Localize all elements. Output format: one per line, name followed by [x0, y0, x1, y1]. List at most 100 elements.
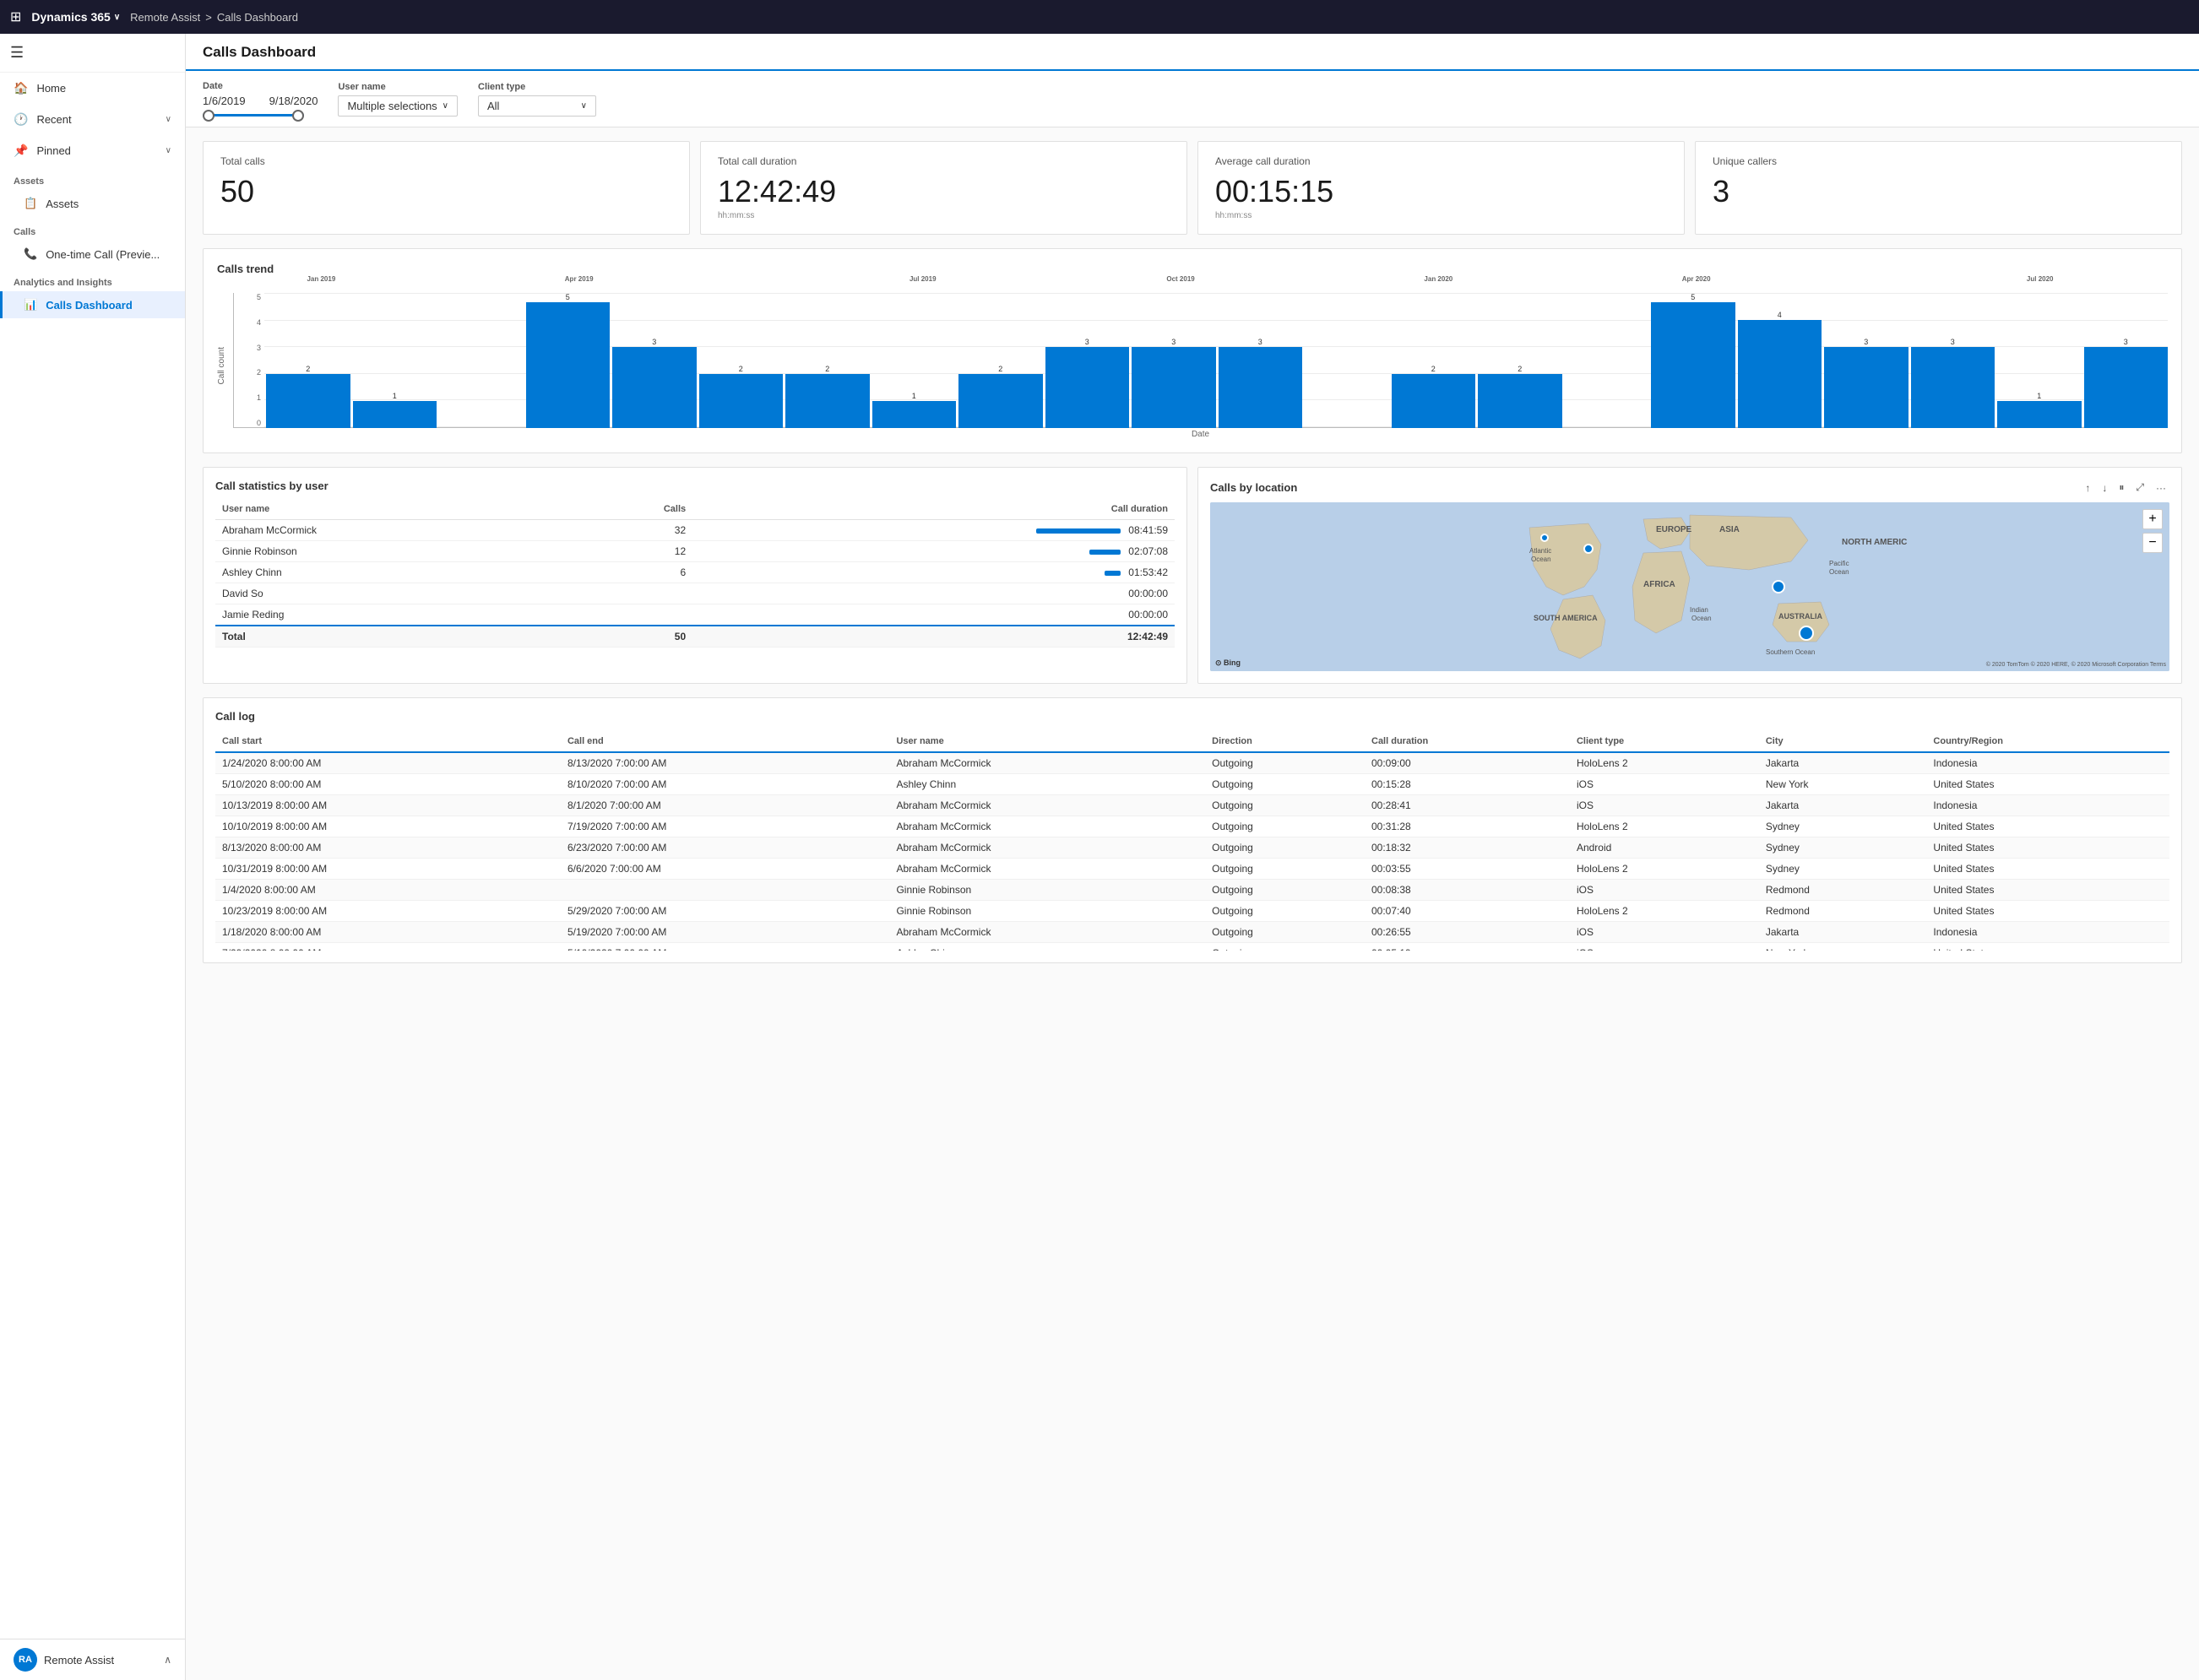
bar-value-label: 3 [652, 338, 656, 346]
duration-bar [1105, 571, 1121, 576]
stat-calls [574, 604, 692, 626]
col-direction[interactable]: Direction [1205, 731, 1365, 752]
call-stats-section: Call statistics by user User name Calls … [203, 467, 1187, 684]
bar[interactable] [1738, 320, 1822, 428]
call-log-row[interactable]: 10/31/2019 8:00:00 AM 6/6/2020 7:00:00 A… [215, 859, 2169, 880]
log-city: New York [1759, 943, 1927, 951]
bar[interactable] [872, 401, 957, 428]
stat-calls: 6 [574, 562, 692, 583]
call-log-row[interactable]: 5/10/2020 8:00:00 AM 8/10/2020 7:00:00 A… [215, 774, 2169, 795]
sidebar-item-recent[interactable]: 🕐 Recent ∨ [0, 104, 185, 135]
log-call-end: 7/19/2020 7:00:00 AM [561, 816, 889, 837]
bar[interactable] [1651, 302, 1735, 428]
sidebar-item-assets[interactable]: 📋 Assets [0, 190, 185, 217]
col-call-duration[interactable]: Call duration [1365, 731, 1570, 752]
slider-thumb-right[interactable] [292, 110, 304, 122]
bar[interactable] [526, 302, 611, 428]
call-log-row[interactable]: 10/23/2019 8:00:00 AM 5/29/2020 7:00:00 … [215, 901, 2169, 922]
stats-row: Abraham McCormick 32 08:41:59 [215, 520, 1175, 541]
call-log-row[interactable]: 10/10/2019 8:00:00 AM 7/19/2020 7:00:00 … [215, 816, 2169, 837]
log-call-start: 1/4/2020 8:00:00 AM [215, 880, 561, 901]
col-call-start[interactable]: Call start [215, 731, 561, 752]
col-client-type[interactable]: Client type [1570, 731, 1759, 752]
call-log-row[interactable]: 1/4/2020 8:00:00 AM Ginnie Robinson Outg… [215, 880, 2169, 901]
sidebar-header: ☰ [0, 34, 185, 73]
sidebar-item-one-time-call[interactable]: 📞 One-time Call (Previe... [0, 241, 185, 268]
bar-value-label: 3 [1085, 338, 1089, 346]
bar[interactable] [1392, 374, 1476, 428]
kpi-unique-callers-label: Unique callers [1713, 155, 2164, 167]
bar[interactable] [1045, 347, 1130, 428]
map-pause-icon[interactable]: ⏸ [2115, 480, 2127, 496]
log-city: Sydney [1759, 859, 1927, 880]
recent-chevron-icon: ∨ [166, 115, 171, 124]
sidebar-item-calls-dashboard[interactable]: 📊 Calls Dashboard [0, 291, 185, 318]
call-log-row[interactable]: 1/18/2020 8:00:00 AM 5/19/2020 7:00:00 A… [215, 922, 2169, 943]
app-name[interactable]: Dynamics 365 ∨ [31, 10, 120, 24]
breadcrumb: Remote Assist > Calls Dashboard [130, 11, 298, 24]
map-expand-icon[interactable]: ⤢ [2132, 480, 2147, 496]
bar[interactable] [1219, 347, 1303, 428]
map-zoom-out-button[interactable]: − [2142, 533, 2163, 553]
svg-text:Southern Ocean: Southern Ocean [1766, 648, 1815, 656]
filters-row: Date 1/6/2019 9/18/2020 User name [186, 71, 2199, 127]
recent-label: Recent [36, 113, 71, 126]
map-sort-desc-icon[interactable]: ↓ [2099, 480, 2110, 496]
bar[interactable] [2084, 347, 2169, 428]
bar-value-label: 2 [825, 365, 829, 373]
bar-group: 3 [612, 293, 697, 428]
col-city[interactable]: City [1759, 731, 1927, 752]
log-direction: Outgoing [1205, 901, 1365, 922]
bar[interactable] [266, 374, 350, 428]
map-sort-asc-icon[interactable]: ↑ [2082, 480, 2093, 496]
log-client-type: iOS [1570, 880, 1759, 901]
svg-text:AUSTRALIA: AUSTRALIA [1778, 612, 1822, 621]
call-log-row[interactable]: 10/13/2019 8:00:00 AM 8/1/2020 7:00:00 A… [215, 795, 2169, 816]
bar[interactable] [1997, 401, 2082, 428]
sidebar-footer[interactable]: RA Remote Assist ∧ [0, 1639, 185, 1680]
dynamics-label: Dynamics 365 [31, 10, 110, 24]
bar[interactable] [1478, 374, 1562, 428]
slider-thumb-left[interactable] [203, 110, 214, 122]
username-dropdown[interactable]: Multiple selections ∨ [338, 95, 458, 117]
page-title: Calls Dashboard [203, 44, 2182, 61]
kpi-unique-callers: Unique callers 3 [1695, 141, 2182, 235]
hamburger-icon[interactable]: ☰ [10, 41, 175, 65]
map-zoom-in-button[interactable]: + [2142, 509, 2163, 529]
log-client-type: HoloLens 2 [1570, 901, 1759, 922]
svg-text:Ocean: Ocean [1691, 615, 1712, 622]
breadcrumb-remote-assist[interactable]: Remote Assist [130, 11, 200, 24]
bar[interactable] [1911, 347, 1995, 428]
bar[interactable] [958, 374, 1043, 428]
month-label [1224, 275, 1308, 283]
call-log-row[interactable]: 1/24/2020 8:00:00 AM 8/13/2020 7:00:00 A… [215, 752, 2169, 774]
waffle-icon[interactable]: ⊞ [10, 8, 21, 25]
bar[interactable] [1132, 347, 1216, 428]
log-user-name: Abraham McCormick [889, 752, 1205, 774]
bar[interactable] [785, 374, 870, 428]
bar-value-label: 2 [998, 365, 1002, 373]
col-user-name[interactable]: User name [889, 731, 1205, 752]
username-value: Multiple selections [347, 100, 437, 112]
month-label: Jan 2019 [280, 275, 363, 283]
date-slider[interactable] [203, 114, 304, 117]
sidebar-item-home[interactable]: 🏠 Home [0, 73, 185, 104]
client-dropdown[interactable]: All ∨ [478, 95, 596, 117]
col-country[interactable]: Country/Region [1926, 731, 2169, 752]
call-log-row[interactable]: 8/13/2020 8:00:00 AM 6/23/2020 7:00:00 A… [215, 837, 2169, 859]
log-call-end: 8/13/2020 7:00:00 AM [561, 752, 889, 774]
bar[interactable] [699, 374, 784, 428]
stat-duration: 08:41:59 [692, 520, 1175, 541]
call-log-row[interactable]: 7/29/2020 8:00:00 AM 5/10/2020 7:00:00 A… [215, 943, 2169, 951]
month-label: Jan 2020 [1397, 275, 1480, 283]
bar[interactable] [612, 347, 697, 428]
stat-user-name: David So [215, 583, 574, 604]
sidebar-item-pinned[interactable]: 📌 Pinned ∨ [0, 135, 185, 166]
log-duration: 00:07:40 [1365, 901, 1570, 922]
log-call-start: 10/10/2019 8:00:00 AM [215, 816, 561, 837]
bar-group: 2 [785, 293, 870, 428]
bar[interactable] [353, 401, 437, 428]
bar[interactable] [1824, 347, 1909, 428]
map-more-icon[interactable]: ··· [2153, 480, 2169, 496]
col-call-end[interactable]: Call end [561, 731, 889, 752]
